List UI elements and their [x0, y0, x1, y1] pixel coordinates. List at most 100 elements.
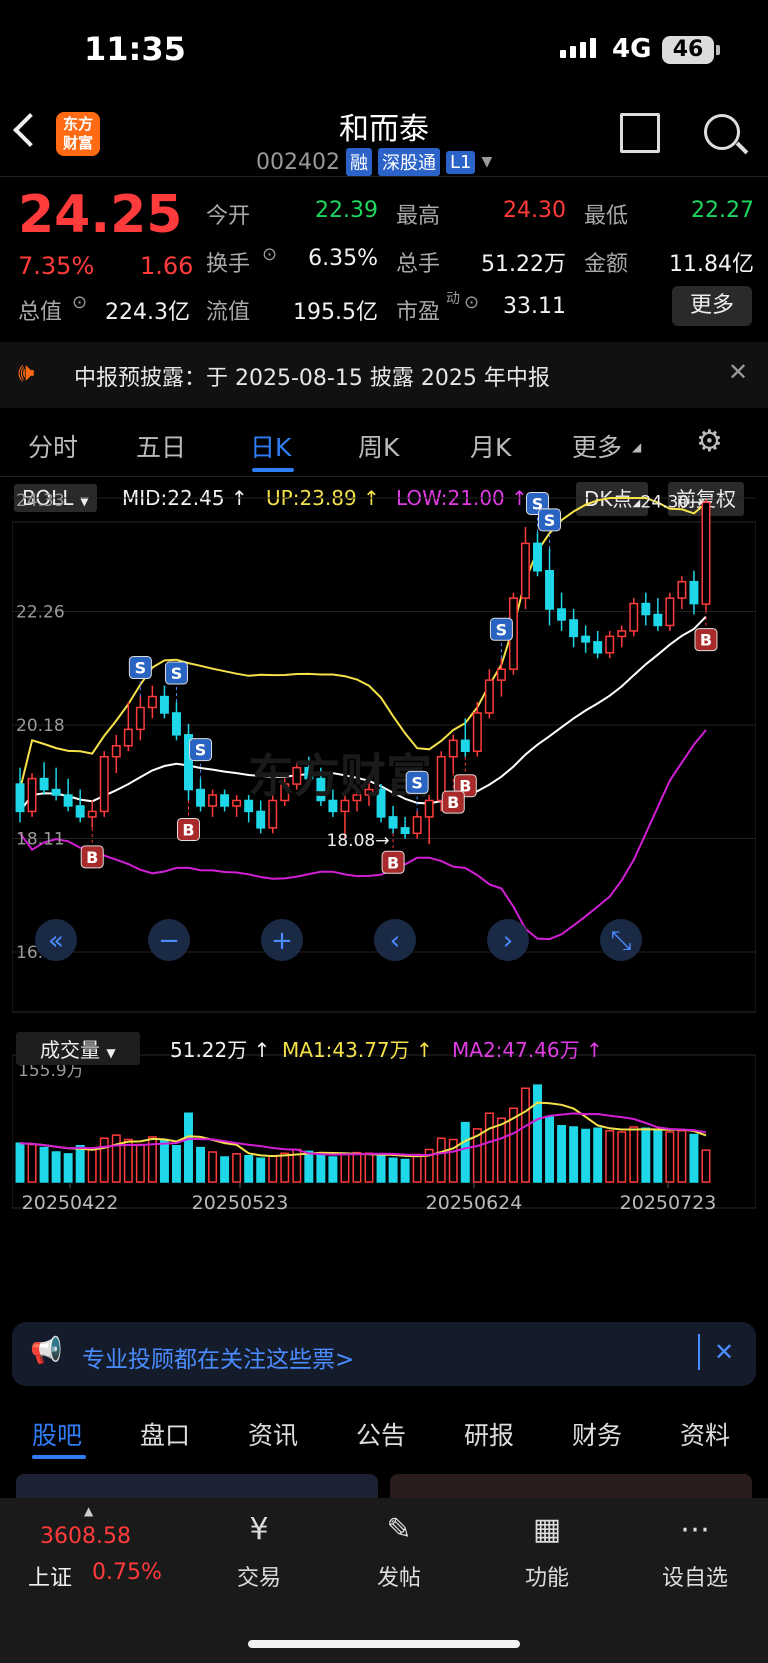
turnover-value: 6.35% [308, 246, 378, 271]
kline-chart[interactable]: 24.3322.2620.1818.1116.03 东方财富 BSSBSBSBB… [12, 482, 756, 1242]
footer-function[interactable]: 功能 [508, 1560, 586, 1592]
promo-divider [698, 1334, 700, 1370]
candle-body [27, 777, 37, 813]
more-button[interactable]: 更多 [672, 286, 752, 326]
footer-trade[interactable]: 交易 [220, 1560, 298, 1592]
notice-text[interactable]: 中报预披露：于 2025-08-15 披露 2025 年中报 [74, 360, 550, 392]
tab-finance[interactable]: 财务 [572, 1416, 622, 1452]
volume-bar [533, 1084, 542, 1183]
search-icon[interactable] [704, 114, 740, 150]
tab-underline [252, 468, 294, 472]
volume-bar [701, 1149, 711, 1183]
volume-ma2: MA2:47.46万 ↑ [452, 1038, 603, 1062]
index-change[interactable]: 0.75% [92, 1560, 162, 1585]
tab-monthly-k[interactable]: 月K [470, 428, 511, 464]
candle-body [689, 580, 699, 605]
info-icon[interactable]: ⊙ [262, 244, 277, 265]
tab-news[interactable]: 资讯 [248, 1416, 298, 1452]
volume-bar [484, 1112, 494, 1183]
amount-value: 11.84亿 [669, 252, 754, 277]
volume-bar [63, 1153, 73, 1183]
share-icon[interactable] [620, 113, 660, 153]
candle-body [472, 712, 482, 753]
volume-bar [496, 1117, 506, 1183]
caret-up-icon: ▲ [84, 1504, 94, 1518]
divider [0, 176, 768, 177]
y-tick-label: 24.33 [16, 491, 65, 511]
battery-tip [716, 45, 720, 55]
tab-guba[interactable]: 股吧 [32, 1416, 82, 1452]
grid-icon[interactable]: ▦ [516, 1512, 578, 1547]
y-tick-label: 20.18 [16, 716, 65, 736]
index-value[interactable]: 3608.58 [40, 1524, 131, 1549]
tab-intraday[interactable]: 分时 [28, 428, 78, 464]
candle-body [400, 827, 410, 835]
index-name[interactable]: 上证 [28, 1560, 72, 1592]
stock-code-row[interactable]: 002402 融 深股通 L1 ▼ [256, 148, 492, 176]
info-icon[interactable]: ⊙ [464, 292, 479, 313]
settings-icon[interactable]: ⚙ [696, 424, 723, 459]
promo-text[interactable]: 专业投顾都在关注这些票> [82, 1340, 354, 1374]
candle-body [653, 613, 663, 627]
volume-bar [629, 1126, 639, 1183]
scroll-left-fast-icon-glyph: « [48, 926, 64, 956]
volume-bar [99, 1137, 109, 1183]
candle-body [15, 783, 25, 813]
status-time: 11:35 [84, 30, 186, 68]
volume-bar [51, 1151, 61, 1183]
float-value: 195.5亿 [293, 300, 378, 325]
candle-body [412, 816, 422, 835]
volume-bar [316, 1153, 326, 1183]
footer-watchlist[interactable]: 设自选 [650, 1560, 740, 1592]
volume-bar [75, 1145, 85, 1183]
candle-body [701, 501, 711, 605]
tab-more[interactable]: 更多 [572, 428, 622, 464]
volume-bar [304, 1150, 314, 1183]
volume-bar [460, 1121, 470, 1183]
volume-bar [268, 1155, 278, 1183]
sell-signal-label: S [544, 511, 556, 530]
tab-weekly-k[interactable]: 周K [358, 428, 399, 464]
home-indicator [248, 1640, 520, 1648]
sell-signal-label: S [411, 773, 423, 792]
change-amount: 1.66 [140, 252, 194, 280]
y-tick-label: 22.26 [16, 603, 65, 623]
tab-announcements[interactable]: 公告 [356, 1416, 406, 1452]
tab-research[interactable]: 研报 [464, 1416, 514, 1452]
y-tick-labels: 24.3322.2620.1818.1116.03 [16, 491, 65, 963]
volume-bar [280, 1152, 290, 1183]
candle-body [641, 602, 651, 616]
more-dots-icon[interactable]: ⋯ [664, 1512, 726, 1547]
tab-panko[interactable]: 盘口 [140, 1416, 190, 1452]
footer-post[interactable]: 发帖 [360, 1560, 438, 1592]
low-label: 最低 [584, 204, 629, 229]
tab-five-day[interactable]: 五日 [136, 428, 186, 464]
candle-body [147, 695, 157, 709]
close-icon[interactable]: ✕ [728, 358, 748, 386]
stock-code: 002402 [256, 149, 340, 175]
trade-icon[interactable]: ¥ [228, 1512, 290, 1547]
volume-bar [87, 1148, 97, 1183]
volume-bar [376, 1155, 386, 1183]
close-icon[interactable]: ✕ [714, 1338, 734, 1366]
info-icon[interactable]: ⊙ [72, 292, 87, 313]
candle-body [159, 695, 169, 714]
sell-signal-label: S [195, 741, 207, 760]
candle-body [665, 597, 675, 627]
amount-label: 金额 [584, 252, 629, 277]
edit-icon[interactable]: ✎ [368, 1512, 430, 1547]
tab-daily-k[interactable]: 日K [250, 428, 291, 464]
y-tick-label: 18.11 [16, 830, 65, 850]
volume-indicator-select[interactable]: 成交量 ▼ [16, 1032, 140, 1065]
pe-value: 33.11 [503, 294, 566, 319]
tab-profile[interactable]: 资料 [680, 1416, 730, 1452]
scroll-right-icon-glyph: › [503, 926, 513, 956]
volume-bar [256, 1157, 266, 1183]
volume-ma-lines [19, 1101, 707, 1158]
caret-down-icon[interactable]: ▼ [481, 154, 492, 170]
volume-value: 51.22万 [481, 252, 566, 277]
volume-bar [581, 1128, 591, 1183]
tag-margin: 融 [345, 148, 372, 176]
date-label: 20250422 [22, 1192, 119, 1214]
mktcap-label: 总值 [18, 300, 63, 325]
